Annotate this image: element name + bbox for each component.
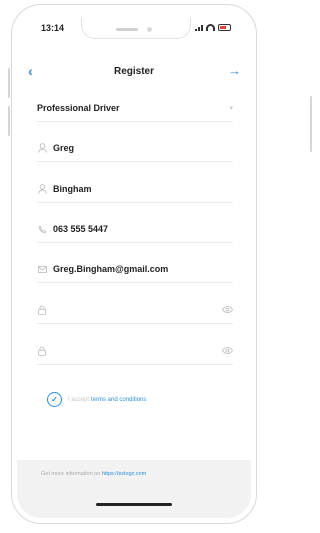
footer-info-text: Get more information on xyxy=(41,471,101,477)
status-icons xyxy=(195,24,231,31)
terms-link[interactable]: terms and conditions xyxy=(91,397,146,403)
check-circle-icon[interactable]: ✓ xyxy=(47,392,62,407)
role-value: Professional Driver xyxy=(37,103,120,113)
page-title: Register xyxy=(113,66,154,77)
terms-row: ✓ I accept terms and conditions xyxy=(47,392,146,407)
footer-link[interactable]: https://ezlogz.com xyxy=(102,471,146,477)
terms-accept-text: I accept xyxy=(68,396,90,403)
confirm-password-field[interactable] xyxy=(37,340,233,362)
arrow-right-icon[interactable]: → xyxy=(228,63,241,78)
lock-icon xyxy=(37,304,47,316)
battery-icon xyxy=(218,24,231,31)
role-select[interactable]: Professional Driver ▾ xyxy=(37,97,233,119)
divider xyxy=(37,282,233,283)
divider xyxy=(37,323,233,324)
footer: Get more information on https://ezlogz.c… xyxy=(17,460,251,518)
first-name-value: Greg xyxy=(53,143,75,153)
signal-icon xyxy=(195,24,203,31)
divider xyxy=(37,202,233,203)
divider xyxy=(37,364,233,365)
lock-icon xyxy=(37,345,47,357)
wifi-icon xyxy=(206,24,215,31)
volume-down-button xyxy=(8,106,10,136)
last-name-value: Bingham xyxy=(53,184,92,194)
screen: 13:14 ‹ Register → Professional Driver ▾ xyxy=(17,10,251,518)
status-bar: 13:14 xyxy=(17,17,251,39)
status-time: 13:14 xyxy=(41,23,65,33)
phone-field[interactable]: 063 555 5447 xyxy=(37,218,233,240)
email-field[interactable]: Greg.Bingham@gmail.com xyxy=(37,258,233,280)
camera xyxy=(147,27,152,32)
volume-up-button xyxy=(8,68,10,98)
user-icon xyxy=(37,183,47,195)
eye-icon[interactable] xyxy=(222,346,233,356)
divider xyxy=(37,161,233,162)
phone-value: 063 555 5447 xyxy=(53,224,109,234)
phone-frame: 13:14 ‹ Register → Professional Driver ▾ xyxy=(11,4,257,524)
divider xyxy=(37,121,233,122)
first-name-field[interactable]: Greg xyxy=(37,137,233,159)
last-name-field[interactable]: Bingham xyxy=(37,178,233,200)
chevron-down-icon: ▾ xyxy=(229,105,233,112)
email-value: Greg.Bingham@gmail.com xyxy=(53,264,169,274)
home-indicator[interactable] xyxy=(96,503,172,506)
envelope-icon xyxy=(37,263,47,275)
power-button xyxy=(310,96,312,152)
phone-icon xyxy=(37,223,47,235)
password-field[interactable] xyxy=(37,299,233,321)
divider xyxy=(37,242,233,243)
footer-info: Get more information on https://ezlogz.c… xyxy=(41,471,146,477)
eye-icon[interactable] xyxy=(222,305,233,315)
nav-bar: ‹ Register → xyxy=(17,60,251,84)
user-icon xyxy=(37,142,47,154)
speaker xyxy=(116,28,138,31)
